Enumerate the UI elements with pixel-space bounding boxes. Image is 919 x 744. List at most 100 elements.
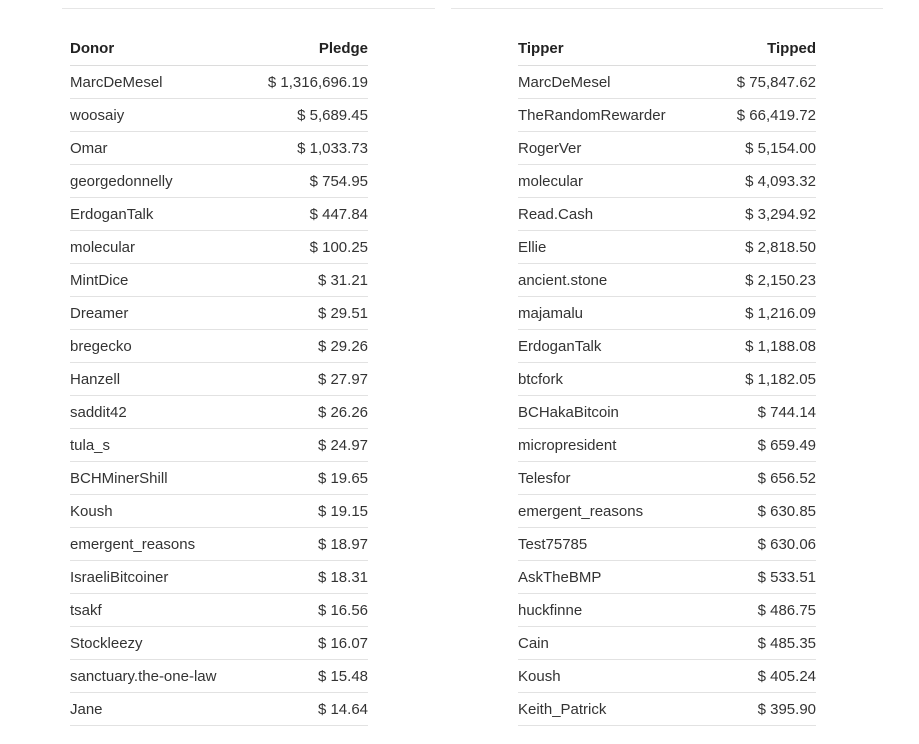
donor-row: saddit42 $ 26.26	[70, 395, 368, 429]
donor-row: Koush $ 19.15	[70, 494, 368, 528]
donor-row: Dreamer $ 29.51	[70, 296, 368, 330]
donor-amount: $ 18.97	[247, 527, 368, 561]
donor-name: woosaiy	[70, 98, 248, 132]
donor-row: IsraeliBitcoiner $ 18.31	[70, 560, 368, 594]
tipper-name: BCHakaBitcoin	[518, 395, 712, 429]
donor-row: tsakf $ 16.56	[70, 593, 368, 627]
tipper-name: AskTheBMP	[518, 560, 712, 594]
top-divider-right	[451, 8, 883, 9]
tipper-row: BCHakaBitcoin $ 744.14	[518, 395, 816, 429]
donor-row: BCHMinerShill $ 19.65	[70, 461, 368, 495]
donor-amount: $ 19.65	[247, 461, 368, 495]
tipper-row: AskTheBMP $ 533.51	[518, 560, 816, 594]
donor-row: tula_s $ 24.97	[70, 428, 368, 462]
donor-amount: $ 29.51	[247, 296, 368, 330]
tipper-row: emergent_reasons $ 630.85	[518, 494, 816, 528]
donor-amount: $ 24.97	[247, 428, 368, 462]
donor-row: MarcDeMesel $ 1,316,696.19	[70, 65, 368, 99]
donor-row: MintDice $ 31.21	[70, 263, 368, 297]
donor-name: MarcDeMesel	[70, 65, 248, 99]
donor-amount: $ 18.31	[247, 560, 368, 594]
donor-amount: $ 19.15	[247, 494, 368, 528]
donor-name: georgedonnelly	[70, 164, 248, 198]
pledge-column-header: Pledge	[247, 32, 368, 66]
tipper-amount: $ 533.51	[711, 560, 816, 594]
donor-name: bregecko	[70, 329, 248, 363]
tipper-row: Koush $ 405.24	[518, 659, 816, 693]
tipper-column-header: Tipper	[518, 32, 712, 66]
tippers-table-body: MarcDeMesel $ 75,847.62 TheRandomRewarder $…	[518, 65, 816, 726]
donor-row: woosaiy $ 5,689.45	[70, 98, 368, 132]
tipper-amount: $ 5,154.00	[711, 131, 816, 165]
tipper-amount: $ 630.85	[711, 494, 816, 528]
tipper-name: Koush	[518, 659, 712, 693]
donor-name: emergent_reasons	[70, 527, 248, 561]
donor-row: Jane $ 14.64	[70, 692, 368, 726]
tipper-amount: $ 66,419.72	[711, 98, 816, 132]
tipper-name: huckfinne	[518, 593, 712, 627]
tipper-row: micropresident $ 659.49	[518, 428, 816, 462]
tipper-row: majamalu $ 1,216.09	[518, 296, 816, 330]
tipper-row: Ellie $ 2,818.50	[518, 230, 816, 264]
donor-name: saddit42	[70, 395, 248, 429]
donor-amount: $ 15.48	[247, 659, 368, 693]
donor-row: sanctuary.the-one-law $ 15.48	[70, 659, 368, 693]
donor-name: Omar	[70, 131, 248, 165]
donor-row: Hanzell $ 27.97	[70, 362, 368, 396]
donor-name: Hanzell	[70, 362, 248, 396]
tipper-amount: $ 659.49	[711, 428, 816, 462]
tipper-name: Cain	[518, 626, 712, 660]
tipper-name: MarcDeMesel	[518, 65, 712, 99]
tipper-name: Test75785	[518, 527, 712, 561]
donor-amount: $ 27.97	[247, 362, 368, 396]
tipper-amount: $ 1,188.08	[711, 329, 816, 363]
top-divider-left	[62, 8, 435, 9]
donor-row: molecular $ 100.25	[70, 230, 368, 264]
tipper-row: MarcDeMesel $ 75,847.62	[518, 65, 816, 99]
tipper-amount: $ 2,818.50	[711, 230, 816, 264]
donor-name: Dreamer	[70, 296, 248, 330]
donor-name: Stockleezy	[70, 626, 248, 660]
donor-amount: $ 31.21	[247, 263, 368, 297]
tipped-column-header: Tipped	[711, 32, 816, 66]
tipper-amount: $ 395.90	[711, 692, 816, 726]
tippers-table: Tipper Tipped MarcDeMesel $ 75,847.62 TheR…	[518, 32, 816, 726]
tipper-amount: $ 2,150.23	[711, 263, 816, 297]
tipper-name: Keith_Patrick	[518, 692, 712, 726]
donor-amount: $ 5,689.45	[247, 98, 368, 132]
donors-header-row: Donor Pledge	[70, 32, 368, 66]
tipper-amount: $ 486.75	[711, 593, 816, 627]
donor-name: tsakf	[70, 593, 248, 627]
donor-amount: $ 1,316,696.19	[247, 65, 368, 99]
donor-amount: $ 16.56	[247, 593, 368, 627]
donor-amount: $ 14.64	[247, 692, 368, 726]
tipper-row: ancient.stone $ 2,150.23	[518, 263, 816, 297]
tipper-amount: $ 630.06	[711, 527, 816, 561]
donor-row: georgedonnelly $ 754.95	[70, 164, 368, 198]
donor-row: Omar $ 1,033.73	[70, 131, 368, 165]
tipper-name: Telesfor	[518, 461, 712, 495]
donor-amount: $ 29.26	[247, 329, 368, 363]
tipper-amount: $ 656.52	[711, 461, 816, 495]
tipper-name: Read.Cash	[518, 197, 712, 231]
tipper-row: huckfinne $ 486.75	[518, 593, 816, 627]
tipper-name: ancient.stone	[518, 263, 712, 297]
tipper-amount: $ 1,216.09	[711, 296, 816, 330]
tipper-name: TheRandomRewarder	[518, 98, 712, 132]
tipper-row: RogerVer $ 5,154.00	[518, 131, 816, 165]
donor-row: emergent_reasons $ 18.97	[70, 527, 368, 561]
tipper-row: Read.Cash $ 3,294.92	[518, 197, 816, 231]
donor-amount: $ 1,033.73	[247, 131, 368, 165]
tipper-name: molecular	[518, 164, 712, 198]
donor-column-header: Donor	[70, 32, 248, 66]
donor-amount: $ 447.84	[247, 197, 368, 231]
tipper-row: Telesfor $ 656.52	[518, 461, 816, 495]
tipper-amount: $ 744.14	[711, 395, 816, 429]
tippers-header-row: Tipper Tipped	[518, 32, 816, 66]
donor-name: Jane	[70, 692, 248, 726]
tipper-name: majamalu	[518, 296, 712, 330]
tipper-row: btcfork $ 1,182.05	[518, 362, 816, 396]
donor-amount: $ 754.95	[247, 164, 368, 198]
donors-table: Donor Pledge MarcDeMesel $ 1,316,696.19 wo…	[70, 32, 368, 726]
tipper-row: Cain $ 485.35	[518, 626, 816, 660]
